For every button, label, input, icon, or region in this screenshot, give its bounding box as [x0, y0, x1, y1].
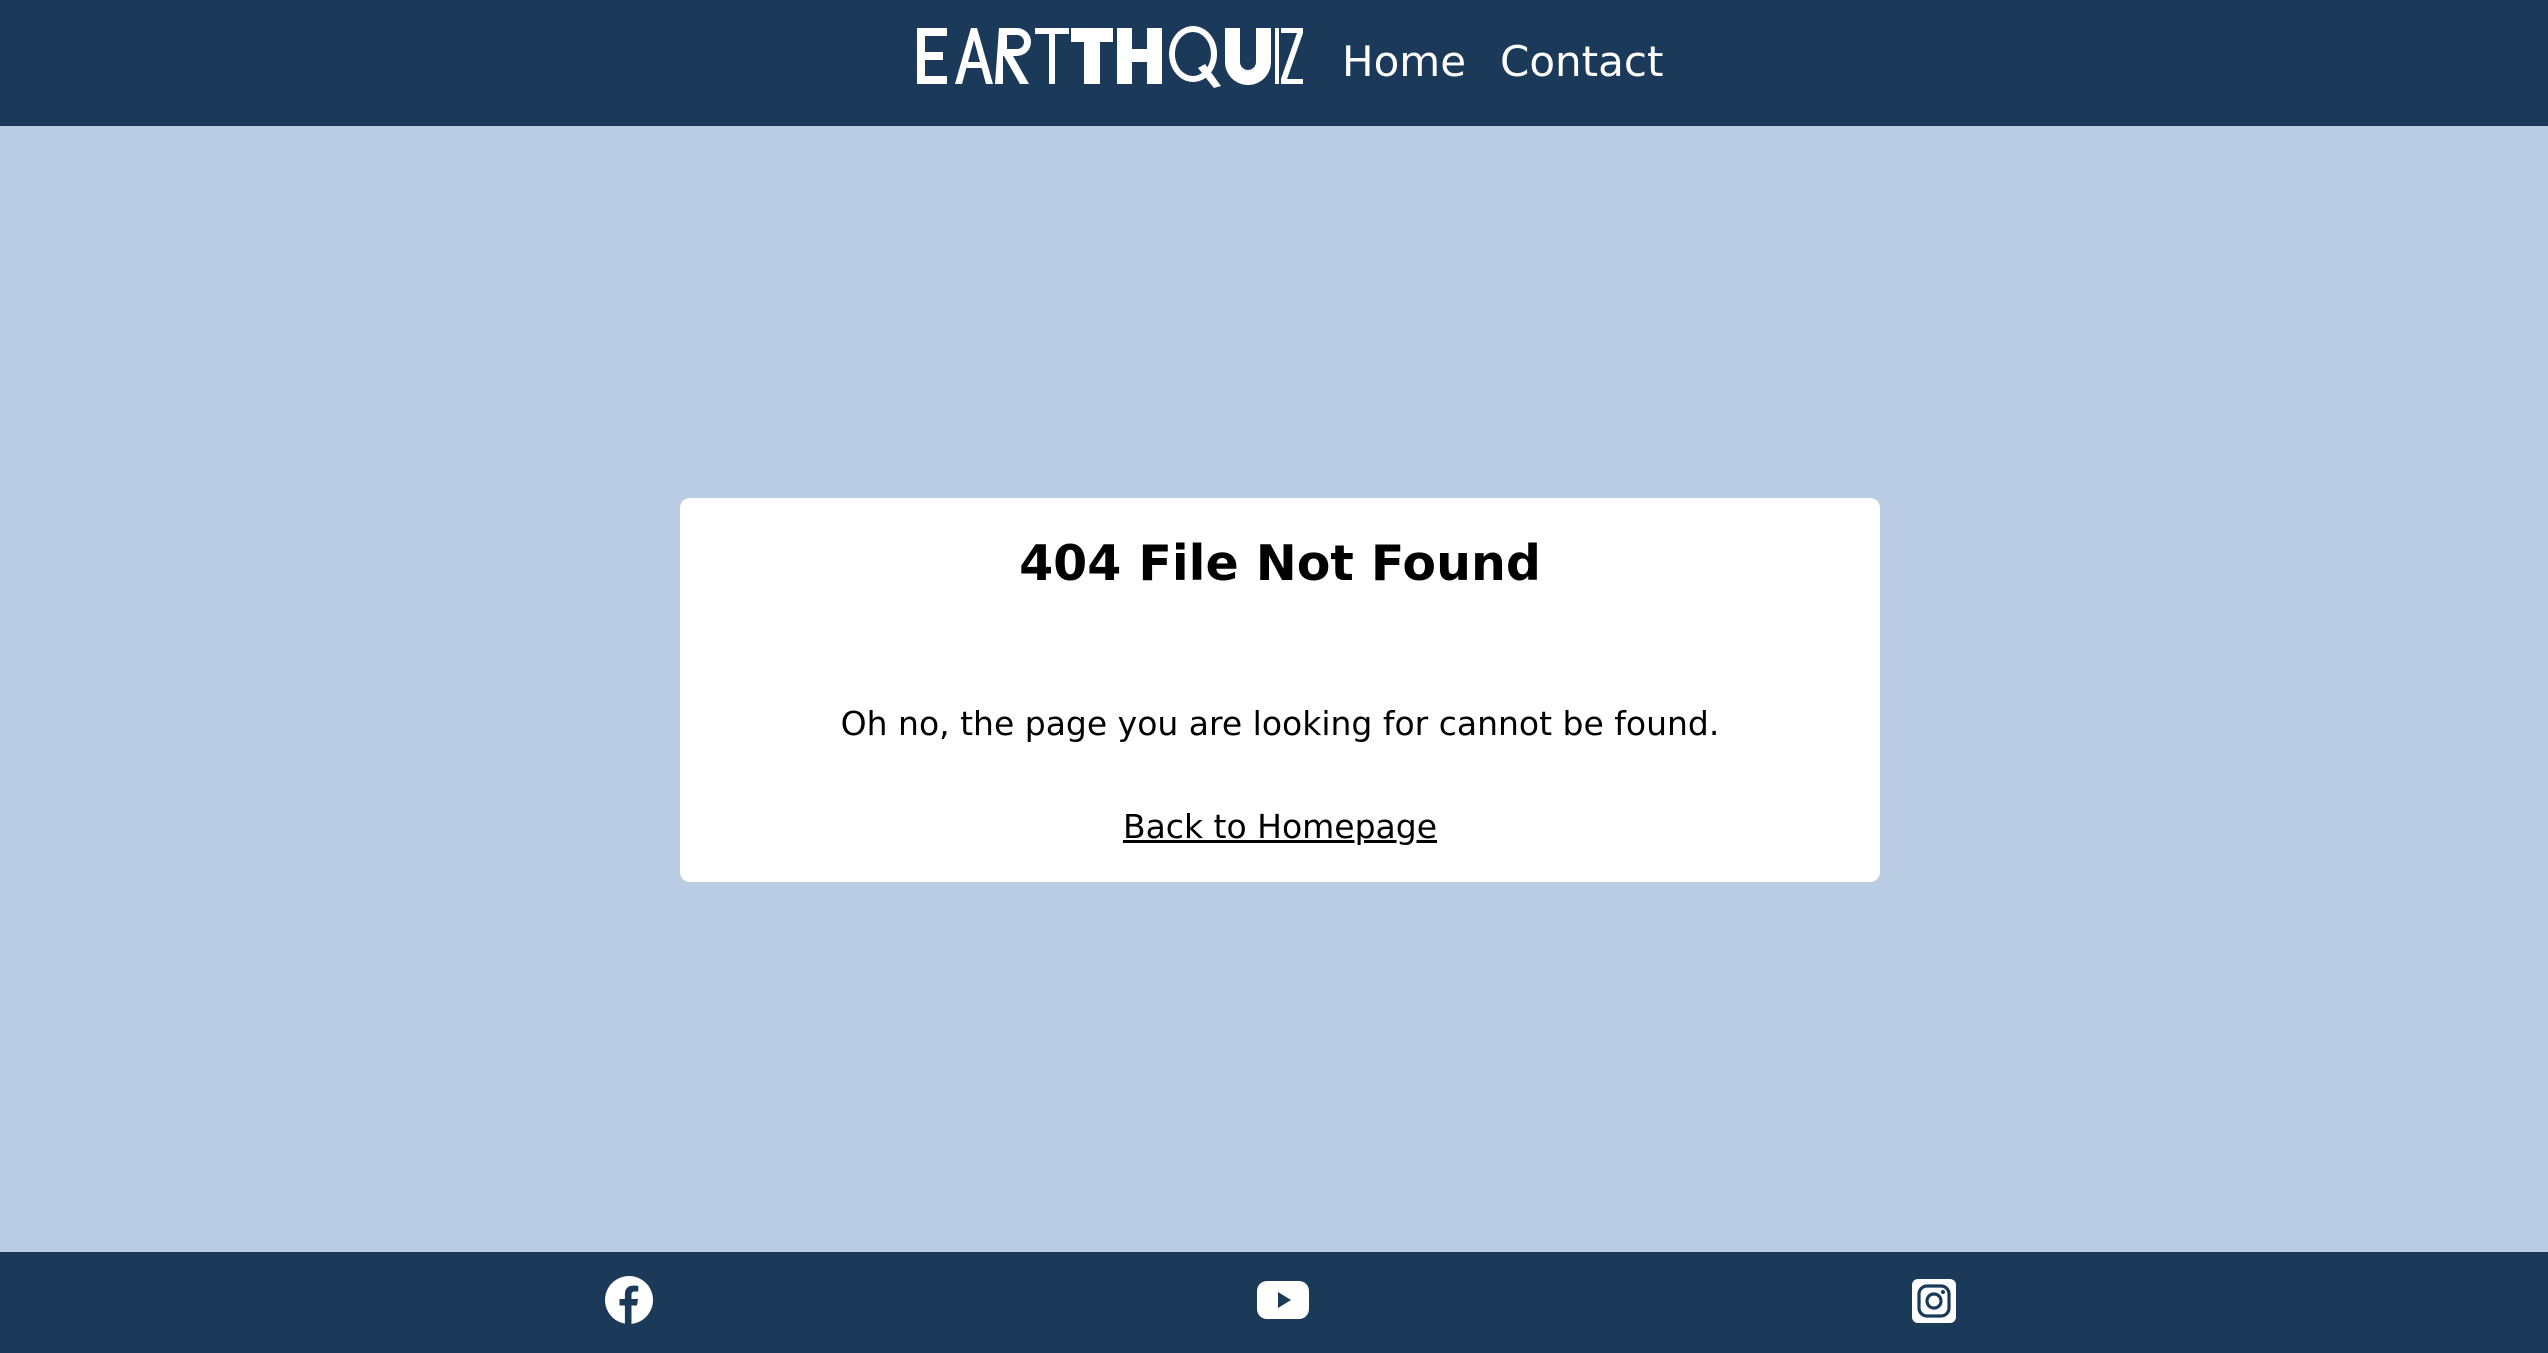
error-title: 404 File Not Found: [1019, 535, 1541, 592]
back-to-homepage-link[interactable]: Back to Homepage: [680, 803, 1880, 851]
instagram-icon[interactable]: [1912, 1279, 1956, 1323]
error-message: Oh no, the page you are looking for cann…: [840, 704, 1720, 743]
youtube-icon[interactable]: [1257, 1281, 1309, 1319]
nav-home-link[interactable]: Home: [1342, 32, 1466, 92]
error-card: 404 File Not Found Oh no, the page you a…: [680, 498, 1880, 882]
site-header: Home Contact: [0, 0, 2548, 126]
site-footer: [0, 1252, 2548, 1353]
earthquiz-logo[interactable]: [915, 22, 1303, 90]
nav-contact-link[interactable]: Contact: [1500, 32, 1663, 92]
facebook-icon[interactable]: [604, 1275, 654, 1325]
